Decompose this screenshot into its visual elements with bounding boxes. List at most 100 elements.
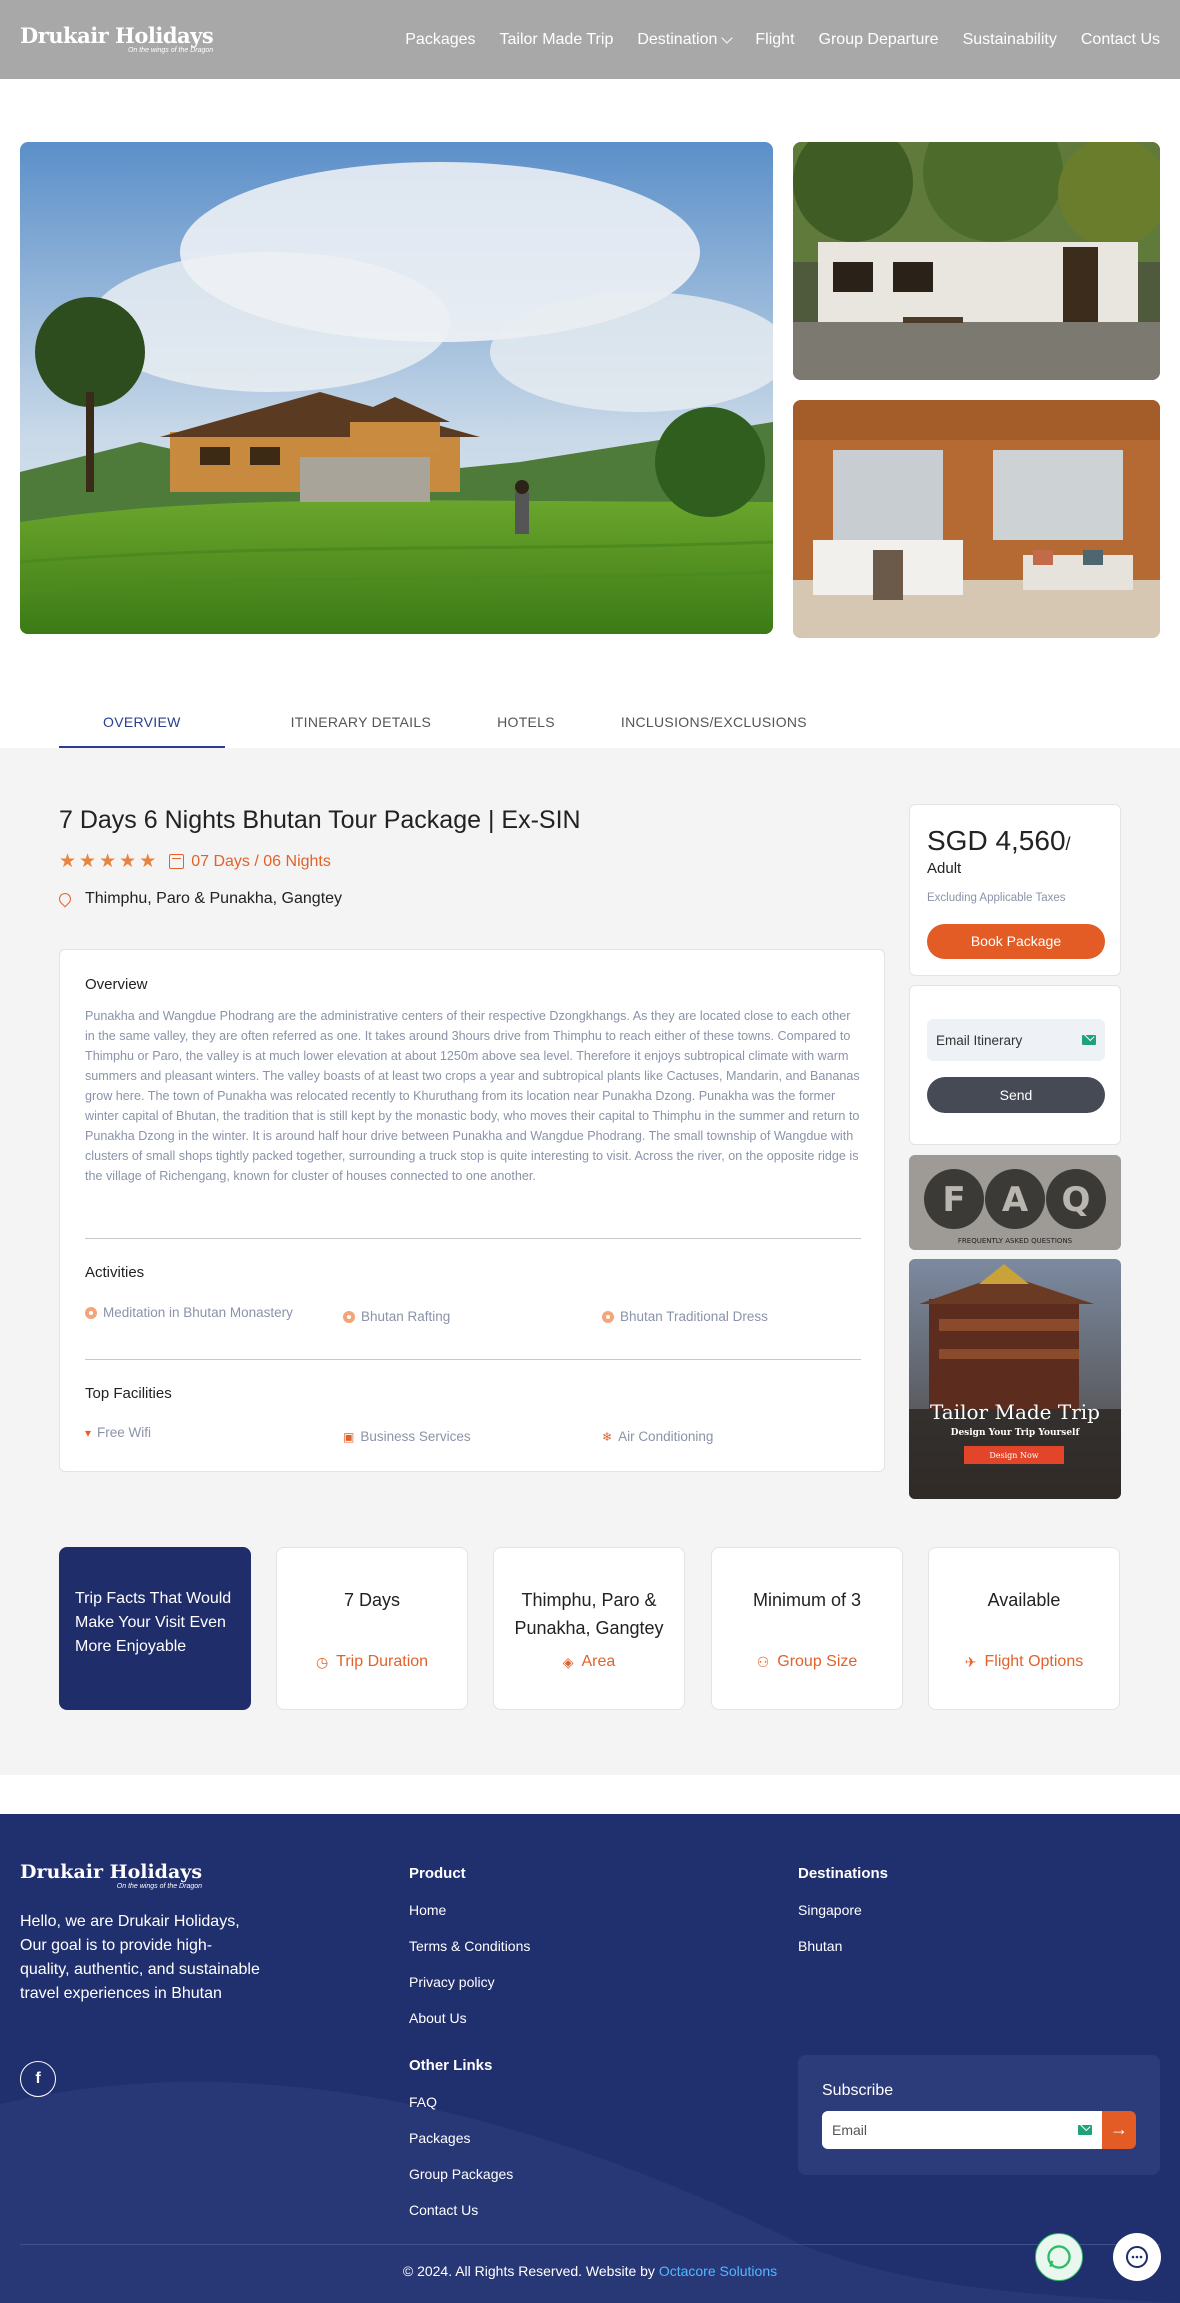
subscribe-title: Subscribe <box>822 2082 894 2099</box>
subscribe-box: Subscribe Email → <box>798 2055 1160 2175</box>
rating-duration-row: ★ ★ ★ ★ ★ 07 Days / 06 Nights <box>59 850 331 873</box>
fact-card-group-size: Minimum of 3 ⚇ Group Size <box>711 1547 903 1710</box>
package-tabs: OVERVIEW ITINERARY DETAILS HOTELS INCLUS… <box>59 700 873 748</box>
fact-value: Thimphu, Paro & Punakha, Gangtey <box>514 1590 664 1638</box>
fact-label: Flight Options <box>984 1653 1084 1670</box>
nav-flight[interactable]: Flight <box>755 31 794 49</box>
copyright: © 2024. All Rights Reserved. Website by … <box>0 2263 1180 2279</box>
footer-about: Hello, we are Drukair Holidays, Our goal… <box>20 1913 260 2002</box>
facility-item: ❄ Air Conditioning <box>602 1429 713 1444</box>
package-location: Thimphu, Paro & Punakha, Gangtey <box>85 890 343 907</box>
nav-packages[interactable]: Packages <box>405 31 475 49</box>
gallery-photo-courtyard[interactable] <box>793 142 1160 380</box>
footer-link-bhutan[interactable]: Bhutan <box>798 1938 842 1954</box>
faq-banner-letter: Q <box>1062 1180 1091 1220</box>
facebook-icon[interactable]: f <box>20 2061 56 2097</box>
brand-logo[interactable]: Drukair Holidays On the wings of the Dra… <box>20 23 214 54</box>
tab-hotels[interactable]: HOTELS <box>497 700 555 748</box>
whatsapp-button[interactable] <box>1035 2233 1083 2281</box>
activity-item: Meditation in Bhutan Monastery <box>85 1305 293 1320</box>
price-unit: Adult <box>927 860 962 877</box>
overview-text: Punakha and Wangdue Phodrang are the adm… <box>85 1009 860 1183</box>
fact-value: 7 Days <box>343 1590 401 1610</box>
fact-value: Minimum of 3 <box>752 1590 862 1610</box>
email-itinerary-card: Email Itinerary Send <box>909 985 1121 1145</box>
fact-card-area: Thimphu, Paro & Punakha, Gangtey ◈ Area <box>493 1547 685 1710</box>
tax-note: Excluding Applicable Taxes <box>927 892 1066 904</box>
arrow-right-icon: → <box>1110 2119 1128 2139</box>
package-duration: 07 Days / 06 Nights <box>191 852 331 870</box>
fact-label-row: ◈ Area <box>494 1653 684 1671</box>
footer-link-group-packages[interactable]: Group Packages <box>409 2166 513 2182</box>
nav-tailor-made-trip[interactable]: Tailor Made Trip <box>500 31 614 49</box>
footer-link-faq[interactable]: FAQ <box>409 2094 437 2110</box>
fact-value: Available <box>987 1590 1061 1610</box>
footer-product-title: Product <box>409 1865 466 1882</box>
footer-link-home[interactable]: Home <box>409 1902 446 1918</box>
subscribe-email-input[interactable]: Email <box>822 2111 1102 2149</box>
footer-tagline: On the wings of the Dragon <box>116 1883 203 1890</box>
credit-link[interactable]: Octacore Solutions <box>659 2263 777 2279</box>
wifi-icon: ▾ <box>85 1425 92 1440</box>
facility-label: Free Wifi <box>97 1425 152 1440</box>
book-package-button[interactable]: Book Package <box>927 924 1105 959</box>
nav-group-departure[interactable]: Group Departure <box>819 31 939 49</box>
brand-tagline: On the wings of the Dragon <box>127 47 214 54</box>
fact-label: Area <box>581 1653 616 1670</box>
overview-card: Overview Punakha and Wangdue Phodrang ar… <box>59 949 885 1472</box>
nav-destination[interactable]: Destination <box>637 30 734 49</box>
tab-overview[interactable]: OVERVIEW <box>59 700 225 748</box>
email-itinerary-input[interactable]: Email Itinerary <box>927 1019 1105 1061</box>
price-amount: SGD 4,560 <box>927 825 1066 856</box>
tailor-made-trip-banner[interactable]: Tailor Made Trip Design Your Trip Yourse… <box>909 1259 1121 1499</box>
gallery-photo-bedroom[interactable] <box>793 400 1160 638</box>
activity-label: Bhutan Traditional Dress <box>620 1309 768 1324</box>
footer-link-terms[interactable]: Terms & Conditions <box>409 1938 530 1954</box>
copyright-text: © 2024. All Rights Reserved. Website by <box>402 2263 659 2279</box>
location-icon: ◈ <box>562 1653 574 1670</box>
main-nav: Packages Tailor Made Trip Destination Fl… <box>405 31 1160 49</box>
price-card: SGD 4,560/ Adult Excluding Applicable Ta… <box>909 804 1121 976</box>
star-icon: ★ <box>119 851 137 872</box>
footer-link-singapore[interactable]: Singapore <box>798 1902 862 1918</box>
fact-label: Group Size <box>777 1653 858 1670</box>
gallery-main-photo[interactable] <box>20 142 773 634</box>
package-title: 7 Days 6 Nights Bhutan Tour Package | Ex… <box>59 806 581 834</box>
footer-link-packages[interactable]: Packages <box>409 2130 470 2146</box>
activity-label: Meditation in Bhutan Monastery <box>103 1305 293 1320</box>
activities-title: Activities <box>85 1264 145 1281</box>
divider <box>85 1359 861 1360</box>
footer-brand: Drukair Holidays <box>20 1861 203 1883</box>
fact-label-row: ◷ Trip Duration <box>277 1653 467 1671</box>
whatsapp-icon <box>1047 2245 1071 2269</box>
send-button[interactable]: Send <box>927 1077 1105 1113</box>
footer-logo[interactable]: Drukair Holidays On the wings of the Dra… <box>20 1861 202 1890</box>
brand-name: Drukair Holidays <box>20 23 214 48</box>
footer-link-contact[interactable]: Contact Us <box>409 2202 478 2218</box>
footer-link-privacy[interactable]: Privacy policy <box>409 1974 495 1990</box>
email-itinerary-placeholder: Email Itinerary <box>936 1032 1023 1048</box>
overview-title: Overview <box>85 976 148 993</box>
location-pin-icon <box>56 890 74 908</box>
footer-other-title: Other Links <box>409 2057 493 2074</box>
trip-facts-intro: Trip Facts That Would Make Your Visit Ev… <box>59 1547 251 1710</box>
nav-destination-label: Destination <box>637 30 718 48</box>
tab-inclusions-exclusions[interactable]: INCLUSIONS/EXCLUSIONS <box>621 700 807 748</box>
bullet-icon <box>602 1310 614 1323</box>
chat-icon <box>1126 2246 1148 2268</box>
fact-label-row: ✈ Flight Options <box>929 1653 1119 1671</box>
tab-itinerary-details[interactable]: ITINERARY DETAILS <box>291 700 431 748</box>
subscribe-submit-button[interactable]: → <box>1102 2111 1136 2149</box>
site-header: Drukair Holidays On the wings of the Dra… <box>0 0 1180 79</box>
faq-banner[interactable]: F A Q FREQUENTLY ASKED QUESTIONS <box>909 1155 1121 1250</box>
clock-icon: ◷ <box>315 1653 329 1670</box>
bullet-icon <box>343 1310 355 1323</box>
nav-contact-us[interactable]: Contact Us <box>1081 31 1160 49</box>
activity-label: Bhutan Rafting <box>361 1309 451 1324</box>
fact-card-duration: 7 Days ◷ Trip Duration <box>276 1547 468 1710</box>
nav-sustainability[interactable]: Sustainability <box>963 31 1057 49</box>
footer-link-about[interactable]: About Us <box>409 2010 467 2026</box>
activity-item: Bhutan Rafting <box>343 1309 450 1324</box>
chat-button[interactable] <box>1113 2233 1161 2281</box>
footer-destinations-title: Destinations <box>798 1865 889 1882</box>
